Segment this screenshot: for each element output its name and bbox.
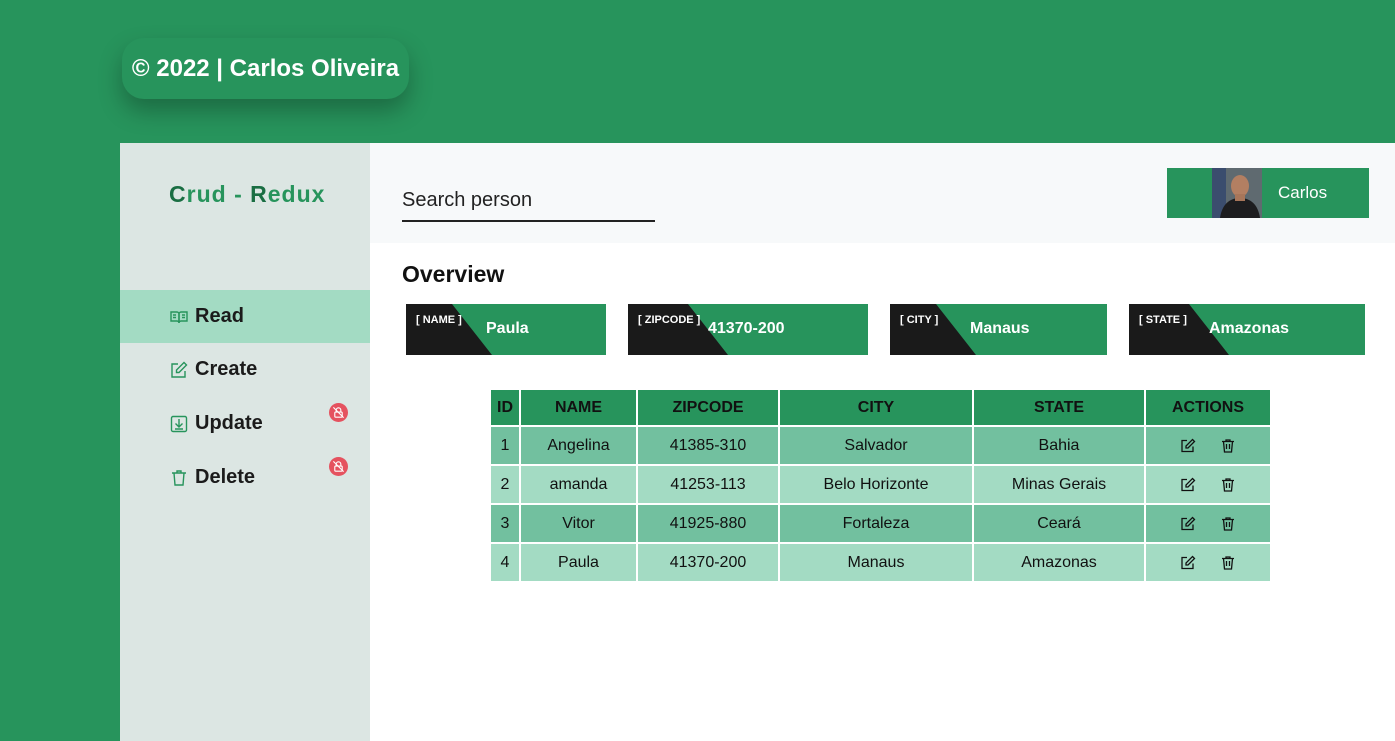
edit-icon[interactable] <box>1180 516 1196 532</box>
download-icon <box>170 415 188 433</box>
sidebar-item-label: Create <box>195 358 258 380</box>
stat-card-name: [ NAME ] Paula <box>406 304 606 355</box>
sidebar-item-read[interactable]: Read <box>120 290 370 343</box>
stat-label: [ CITY ] <box>900 314 939 326</box>
column-header: ZIPCODE <box>638 390 778 425</box>
cell-id: 2 <box>491 466 519 503</box>
trash-icon[interactable] <box>1220 477 1236 493</box>
column-header: ACTIONS <box>1146 390 1270 425</box>
sidebar-item-update[interactable]: Update <box>120 397 370 450</box>
table-row: 3 Vitor 41925-880 Fortaleza Ceará <box>491 505 1270 542</box>
cell-zipcode: 41925-880 <box>638 505 778 542</box>
copyright-text: © 2022 | Carlos Oliveira <box>131 54 400 82</box>
edit-icon[interactable] <box>1180 438 1196 454</box>
locked-badge-icon <box>329 403 348 422</box>
cell-city: Fortaleza <box>780 505 972 542</box>
stat-label: [ STATE ] <box>1139 314 1187 326</box>
sidebar-item-delete[interactable]: Delete <box>120 451 370 504</box>
sidebar-item-create[interactable]: Create <box>120 343 370 396</box>
stat-card-zipcode: [ ZIPCODE ] 41370-200 <box>628 304 868 355</box>
app-logo: Crud - Redux <box>169 181 326 207</box>
trash-icon[interactable] <box>1220 516 1236 532</box>
trash-icon <box>170 469 188 487</box>
cell-zipcode: 41385-310 <box>638 427 778 464</box>
column-header: NAME <box>521 390 636 425</box>
edit-icon[interactable] <box>1180 555 1196 571</box>
cell-actions <box>1146 427 1270 464</box>
copyright-banner: © 2022 | Carlos Oliveira <box>122 38 409 99</box>
cell-city: Belo Horizonte <box>780 466 972 503</box>
edit-icon <box>170 361 188 379</box>
cell-name: Angelina <box>521 427 636 464</box>
stat-value: Paula <box>486 320 529 337</box>
app-window: Crud - Redux Read Create Update Delete S… <box>120 143 1395 741</box>
cell-city: Salvador <box>780 427 972 464</box>
user-profile-card[interactable]: Carlos <box>1167 168 1369 218</box>
table-row: 2 amanda 41253-113 Belo Horizonte Minas … <box>491 466 1270 503</box>
sidebar: Crud - Redux Read Create Update Delete <box>120 143 370 741</box>
stat-value: Manaus <box>970 320 1030 337</box>
cell-city: Manaus <box>780 544 972 581</box>
cell-state: Amazonas <box>974 544 1144 581</box>
stat-card-state: [ STATE ] Amazonas <box>1129 304 1365 355</box>
cell-state: Minas Gerais <box>974 466 1144 503</box>
stat-label: [ ZIPCODE ] <box>638 314 701 326</box>
cell-state: Ceará <box>974 505 1144 542</box>
column-header: STATE <box>974 390 1144 425</box>
sidebar-item-label: Delete <box>195 466 256 488</box>
locked-badge-icon <box>329 457 348 476</box>
overview-title: Overview <box>402 261 505 287</box>
table-row: 1 Angelina 41385-310 Salvador Bahia <box>491 427 1270 464</box>
cell-zipcode: 41253-113 <box>638 466 778 503</box>
search-input[interactable] <box>402 180 655 222</box>
table-row: 4 Paula 41370-200 Manaus Amazonas <box>491 544 1270 581</box>
cell-id: 1 <box>491 427 519 464</box>
table-header-row: ID NAME ZIPCODE CITY STATE ACTIONS <box>491 390 1270 425</box>
top-bar: Carlos <box>370 143 1395 243</box>
people-table: ID NAME ZIPCODE CITY STATE ACTIONS 1 Ang… <box>489 388 1272 583</box>
sidebar-item-label: Update <box>195 412 263 434</box>
avatar <box>1212 168 1262 218</box>
column-header: ID <box>491 390 519 425</box>
cell-zipcode: 41370-200 <box>638 544 778 581</box>
stat-value: 41370-200 <box>708 320 785 337</box>
cell-actions <box>1146 505 1270 542</box>
stat-card-city: [ CITY ] Manaus <box>890 304 1107 355</box>
cell-id: 4 <box>491 544 519 581</box>
edit-icon[interactable] <box>1180 477 1196 493</box>
cell-name: amanda <box>521 466 636 503</box>
trash-icon[interactable] <box>1220 438 1236 454</box>
sidebar-item-label: Read <box>195 305 244 327</box>
cell-actions <box>1146 466 1270 503</box>
stat-label: [ NAME ] <box>416 314 462 326</box>
cell-actions <box>1146 544 1270 581</box>
cell-state: Bahia <box>974 427 1144 464</box>
cell-name: Vitor <box>521 505 636 542</box>
trash-icon[interactable] <box>1220 555 1236 571</box>
column-header: CITY <box>780 390 972 425</box>
cell-name: Paula <box>521 544 636 581</box>
book-icon <box>170 308 188 326</box>
cell-id: 3 <box>491 505 519 542</box>
stat-value: Amazonas <box>1209 320 1290 337</box>
user-name: Carlos <box>1278 183 1328 202</box>
